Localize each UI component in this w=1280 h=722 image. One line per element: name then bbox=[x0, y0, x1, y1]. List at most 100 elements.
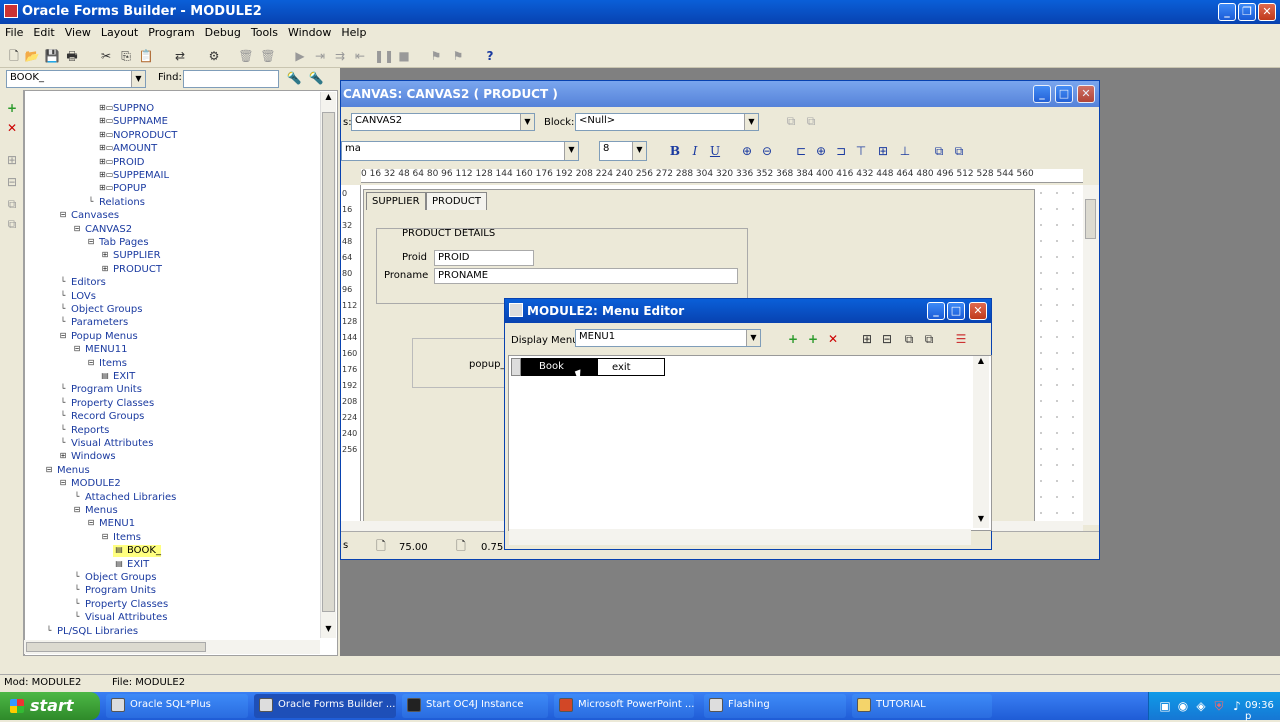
expand-node-icon[interactable]: ⊞ bbox=[99, 250, 111, 260]
scroll-down-icon[interactable]: ▼ bbox=[321, 624, 336, 638]
canvas-minimize-button[interactable]: _ bbox=[1033, 85, 1051, 103]
tree-node[interactable]: ▤ EXIT bbox=[113, 559, 149, 571]
canvas-maximize-button[interactable]: □ bbox=[1055, 85, 1073, 103]
menu-debug[interactable]: Debug bbox=[200, 24, 246, 39]
canvas-scroll-thumb[interactable] bbox=[1085, 199, 1096, 239]
minimize-button[interactable]: _ bbox=[1218, 3, 1236, 21]
run-icon[interactable]: ▶ bbox=[292, 48, 308, 64]
tray-icon-1[interactable]: ▣ bbox=[1157, 698, 1173, 714]
find-prev-icon[interactable]: 🔦 bbox=[286, 70, 302, 86]
task-tutorial[interactable]: TUTORIAL bbox=[852, 694, 992, 718]
find-next-icon[interactable]: 🔦 bbox=[308, 70, 324, 86]
collapse-all-icon[interactable]: ⧉ bbox=[921, 331, 937, 347]
navigator-vertical-scrollbar[interactable]: ▲ ▼ bbox=[320, 92, 336, 638]
scroll-up-icon[interactable]: ▲ bbox=[321, 92, 336, 106]
tree-node[interactable]: ⊞▭SUPPEMAIL bbox=[99, 170, 169, 182]
cut-icon[interactable]: ✂ bbox=[98, 48, 114, 64]
menu-editor-vertical-scrollbar[interactable]: ▲ ▼ bbox=[973, 356, 989, 528]
tree-node[interactable]: └ Object Groups bbox=[57, 304, 143, 316]
close-button[interactable]: ✕ bbox=[1258, 3, 1276, 21]
task-powerpoint[interactable]: Microsoft PowerPoint ... bbox=[554, 694, 694, 718]
navigator-combo[interactable]: BOOK_ ▼ bbox=[6, 70, 146, 88]
collapse-icon[interactable]: ⊟ bbox=[879, 331, 895, 347]
expand-all-icon[interactable]: ⧉ bbox=[4, 196, 20, 212]
tree-node[interactable]: └ Visual Attributes bbox=[57, 438, 154, 450]
tree-node[interactable]: ⊟ Tab Pages bbox=[85, 237, 149, 249]
tree-node[interactable]: ⊞ Windows bbox=[57, 451, 116, 463]
help-icon[interactable]: ? bbox=[482, 48, 498, 64]
align-center-icon[interactable]: ⊕ bbox=[813, 143, 829, 159]
collapse-node-icon[interactable]: ⊟ bbox=[43, 465, 55, 475]
chevron-down-icon[interactable]: ▼ bbox=[746, 330, 760, 346]
tree-node[interactable]: └ Relations bbox=[85, 197, 145, 209]
tree-node[interactable]: ⊞▭AMOUNT bbox=[99, 143, 157, 155]
menu-item-book[interactable]: Book bbox=[521, 358, 597, 376]
zoom-out-icon[interactable]: ⊖ bbox=[759, 143, 775, 159]
font-size-select[interactable]: 8 ▼ bbox=[599, 141, 647, 161]
expand-node-icon[interactable]: ⊞ bbox=[99, 264, 111, 274]
tree-node[interactable]: ⊟ MENU1 bbox=[85, 518, 135, 530]
menu-editor-maximize-button[interactable]: □ bbox=[947, 302, 965, 320]
new-icon[interactable]: 🗋 bbox=[6, 48, 22, 64]
menu-editor-minimize-button[interactable]: _ bbox=[927, 302, 945, 320]
align-middle-icon[interactable]: ⊞ bbox=[875, 143, 891, 159]
tree-node[interactable]: ⊟ MENU11 bbox=[71, 344, 128, 356]
create-right-icon[interactable]: + bbox=[805, 331, 821, 347]
tree-node[interactable]: ▤ BOOK_ bbox=[113, 545, 161, 558]
tray-icon-2[interactable]: ◉ bbox=[1175, 698, 1191, 714]
collapse-node-icon[interactable]: ⊟ bbox=[85, 358, 97, 368]
expand-all-icon[interactable]: ⧉ bbox=[901, 331, 917, 347]
menu-editor-horizontal-scrollbar[interactable] bbox=[509, 529, 971, 545]
tree-node[interactable]: ⊞▭PROID bbox=[99, 157, 145, 169]
open-icon[interactable]: 📂 bbox=[24, 48, 40, 64]
pause-icon[interactable]: ❚❚ bbox=[374, 48, 394, 64]
collapse-node-icon[interactable]: ⊟ bbox=[71, 224, 83, 234]
tree-node[interactable]: ⊟ CANVAS2 bbox=[71, 224, 132, 236]
layout-icon-2[interactable]: ⧉ bbox=[803, 113, 819, 129]
align-left-icon[interactable]: ⊏ bbox=[793, 143, 809, 159]
navigator-horizontal-scrollbar[interactable] bbox=[24, 640, 320, 654]
tree-node[interactable]: ⊟ MODULE2 bbox=[57, 478, 121, 490]
tray-icon-3[interactable]: ◈ bbox=[1193, 698, 1209, 714]
stop-icon[interactable]: ■ bbox=[396, 48, 412, 64]
print-icon[interactable]: 🖶 bbox=[64, 48, 80, 64]
task-oc4j[interactable]: Start OC4J Instance bbox=[402, 694, 548, 718]
clear-icon[interactable]: 🗑 bbox=[260, 48, 276, 64]
tray-shield-icon[interactable]: ⛨ bbox=[1211, 698, 1227, 714]
switch-orientation-icon[interactable]: ☰ bbox=[953, 331, 969, 347]
expand-icon[interactable]: ⊞ bbox=[859, 331, 875, 347]
align-bottom-icon[interactable]: ⊥ bbox=[897, 143, 913, 159]
collapse-node-icon[interactable]: ⊟ bbox=[57, 331, 69, 341]
tree-node[interactable]: ⊟ Canvases bbox=[57, 210, 119, 222]
tree-node[interactable]: ⊟ Items bbox=[85, 358, 127, 370]
task-sqlplus[interactable]: Oracle SQL*Plus bbox=[106, 694, 248, 718]
block-select[interactable]: <Null> ▼ bbox=[575, 113, 759, 131]
canvas-select[interactable]: CANVAS2 ▼ bbox=[351, 113, 535, 131]
canvas-close-button[interactable]: ✕ bbox=[1077, 85, 1095, 103]
underline-button[interactable]: U bbox=[707, 143, 723, 159]
run-form-icon[interactable]: ⚑ bbox=[428, 48, 444, 64]
proname-field[interactable]: PRONAME bbox=[434, 268, 738, 284]
step-over-icon[interactable]: ⇉ bbox=[332, 48, 348, 64]
task-forms-builder[interactable]: Oracle Forms Builder ... bbox=[254, 694, 396, 718]
delete-icon[interactable]: 🗑 bbox=[238, 48, 254, 64]
ungroup-icon[interactable]: ⧉ bbox=[951, 143, 967, 159]
scroll-up-icon[interactable]: ▲ bbox=[973, 356, 989, 370]
tree-node[interactable]: └ Parameters bbox=[57, 317, 129, 329]
tree-node[interactable]: └ Editors bbox=[57, 277, 106, 289]
save-icon[interactable]: 💾 bbox=[44, 48, 60, 64]
menu-view[interactable]: View bbox=[60, 24, 96, 39]
tree-node[interactable]: └ PL/SQL Libraries bbox=[43, 626, 139, 638]
tree-node[interactable]: └ Reports bbox=[57, 425, 110, 437]
create-icon[interactable]: + bbox=[4, 100, 20, 116]
display-menu-select[interactable]: MENU1 ▼ bbox=[575, 329, 761, 347]
chevron-down-icon[interactable]: ▼ bbox=[520, 114, 534, 130]
tree-node[interactable]: └ Object Groups bbox=[71, 572, 157, 584]
group-icon[interactable]: ⧉ bbox=[931, 143, 947, 159]
collapse-node-icon[interactable]: ⊟ bbox=[57, 478, 69, 488]
tree-node[interactable]: ⊞▭NOPRODUCT bbox=[99, 130, 177, 142]
collapse-node-icon[interactable]: ⊟ bbox=[99, 532, 111, 542]
product-details-frame[interactable] bbox=[376, 228, 748, 304]
menu-editor-close-button[interactable]: ✕ bbox=[969, 302, 987, 320]
collapse-node-icon[interactable]: ⊟ bbox=[57, 210, 69, 220]
